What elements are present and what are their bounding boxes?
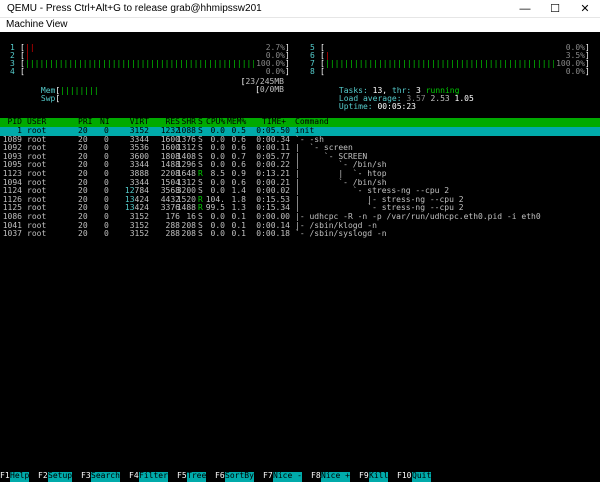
cell-pri: 20	[78, 229, 88, 239]
fkey-label-f4[interactable]: Filter	[139, 471, 168, 482]
cell-ni: 0	[104, 229, 109, 239]
menu-machine[interactable]: Machine	[6, 19, 44, 30]
fkey-label-f3[interactable]: Search	[91, 471, 120, 482]
cell-shr: 208	[181, 229, 196, 239]
window-title: QEMU - Press Ctrl+Alt+G to release grab@…	[7, 3, 262, 14]
process-row[interactable]: 1037 root 20 0 3152 288 208 S 0.0 0.1 0:00.18 `- /s…	[0, 230, 600, 239]
function-key-bar: F1 Help F2 Setup F3 Search F4 Filter F5 Tree F6 Sor…	[0, 471, 600, 482]
fkey-label-f7[interactable]: Nice -	[273, 471, 302, 482]
fkey-label-f8[interactable]: Nice +	[321, 471, 350, 482]
fkey-f10[interactable]: F10	[397, 471, 411, 481]
fkey-f9[interactable]: F9	[359, 471, 369, 481]
minimize-icon[interactable]: —	[510, 0, 540, 17]
cpu-percent: 0.0%	[565, 67, 585, 76]
fkey-f1[interactable]: F1	[0, 471, 10, 481]
cpu-bracket-left: [	[320, 67, 325, 76]
menu-view[interactable]: View	[46, 19, 68, 30]
cpu-bracket-right: ]	[585, 67, 590, 76]
cell-time: 0:00.18	[256, 229, 290, 239]
cpu-bracket-left: [	[20, 67, 25, 76]
htop-terminal[interactable]: 1[|| 2.7%] 2[| 0.0%] 3[|||||||||||||||||||||…	[0, 32, 600, 482]
fkey-f8[interactable]: F8	[311, 471, 321, 481]
fkey-label-f2[interactable]: Setup	[48, 471, 73, 482]
fkey-label-f1[interactable]: Help	[10, 471, 30, 482]
fkey-f3[interactable]: F3	[81, 471, 91, 481]
cell-s: S	[198, 229, 203, 239]
cell-virt: 3152	[129, 229, 149, 239]
fkey-f2[interactable]: F2	[38, 471, 48, 481]
cell-cmd: `- /sbin/syslogd -n	[295, 229, 387, 239]
cpu-percent: 0.0%	[265, 67, 285, 76]
maximize-icon[interactable]: ☐	[540, 0, 570, 17]
fkey-label-f9[interactable]: Kill	[369, 471, 389, 482]
cpu-bar: ||||||||||||||||||||||||||||||||||||||||…	[25, 60, 254, 68]
cell-cpu: 0.0	[210, 229, 225, 239]
cell-user: root	[27, 229, 47, 239]
fkey-f4[interactable]: F4	[129, 471, 139, 481]
swap-value: 0/0MB	[259, 85, 284, 94]
fkey-f6[interactable]: F6	[215, 471, 225, 481]
cpu-bar: ||||||||||||||||||||||||||||||||||||||||…	[325, 60, 554, 68]
swap-meter: Swp[	[40, 93, 61, 103]
cell-pid: 1037	[2, 229, 22, 239]
cell-mem: 0.1	[231, 229, 246, 239]
fkey-f7[interactable]: F7	[263, 471, 273, 481]
fkey-f5[interactable]: F5	[177, 471, 187, 481]
qemu-window: QEMU - Press Ctrl+Alt+G to release grab@…	[0, 0, 600, 482]
fkey-label-f6[interactable]: SortBy	[225, 471, 254, 482]
cpu-number: 8	[310, 67, 315, 76]
title-bar: QEMU - Press Ctrl+Alt+G to release grab@…	[0, 0, 600, 17]
uptime: Uptime: 00:05:23	[338, 101, 416, 111]
menu-bar: Machine View	[0, 17, 600, 32]
cpu-bracket-right: ]	[285, 67, 290, 76]
cpu-number: 4	[10, 67, 15, 76]
fkey-label-f10[interactable]: Quit	[412, 471, 432, 482]
fkey-label-f5[interactable]: Tree	[187, 471, 207, 482]
close-icon[interactable]: ✕	[570, 0, 600, 17]
